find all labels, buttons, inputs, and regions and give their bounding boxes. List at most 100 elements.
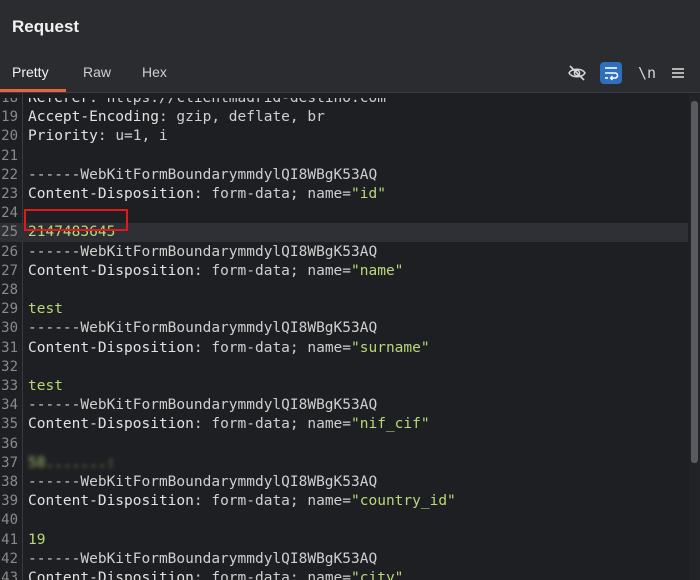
header-line: Content-Disposition: form-data; name="ci…: [28, 569, 403, 580]
code-line: 41 19: [0, 531, 688, 550]
header-line: Accept-Encoding: gzip, deflate, br: [28, 109, 325, 126]
line-number: 36: [1, 435, 18, 452]
line-number: 29: [1, 301, 18, 318]
line-number: 27: [1, 262, 18, 279]
newline-toggle-button[interactable]: \n: [636, 62, 658, 84]
field-name-string: "country_id": [351, 493, 456, 510]
redacted-value-line: 58.......:: [28, 454, 115, 473]
code-line: 20 Priority: u=1, i: [0, 127, 688, 146]
line-number: 43: [1, 570, 18, 580]
boundary-line: ------WebKitFormBoundarymmdylQI8WBgK53AQ: [28, 396, 377, 415]
line-number: 32: [1, 358, 18, 375]
form-field-value: 19: [28, 531, 46, 548]
header-name: Accept-Encoding: [28, 109, 159, 126]
line-number: 40: [1, 512, 18, 529]
line-number: 37: [1, 454, 18, 471]
line-number: 35: [1, 416, 18, 433]
header-value: gzip, deflate, br: [176, 109, 325, 126]
field-name-string: "name": [351, 262, 404, 279]
disposition-text: form-data; name=: [211, 493, 352, 510]
code-line: 38 ------WebKitFormBoundarymmdylQI8WBgK53…: [0, 473, 688, 492]
code-line: 39 Content-Disposition: form-data; name="…: [0, 492, 688, 511]
disposition-text: form-data; name=: [211, 416, 352, 433]
code-line: 29 test: [0, 300, 688, 319]
disposition-text: form-data; name=: [211, 570, 352, 580]
field-name-string: "nif_cif": [351, 416, 430, 433]
form-boundary: ------WebKitFormBoundarymmdylQI8WBgK53AQ: [28, 320, 378, 337]
line-number: 19: [1, 109, 18, 126]
form-boundary: ------WebKitFormBoundarymmdylQI8WBgK53AQ: [28, 397, 378, 414]
form-boundary: ------WebKitFormBoundarymmdylQI8WBgK53AQ: [28, 243, 378, 260]
redacted-value: 58.......:: [28, 454, 116, 471]
header-name: Content-Disposition: [28, 416, 194, 433]
highlight-annotation-box: [24, 209, 128, 231]
tab-raw[interactable]: Raw: [83, 64, 111, 80]
line-number: 39: [1, 493, 18, 510]
header-line: Priority: u=1, i: [28, 128, 168, 145]
boundary-line: ------WebKitFormBoundarymmdylQI8WBgK53AQ: [28, 166, 377, 185]
code-line: 33 test: [0, 377, 688, 396]
scrollbar-thumb[interactable]: [691, 101, 698, 463]
header-name: Content-Disposition: [28, 262, 194, 279]
line-number: 41: [1, 531, 18, 548]
form-field-value: test: [28, 378, 63, 394]
tab-hex[interactable]: Hex: [142, 64, 167, 80]
boundary-line: ------WebKitFormBoundarymmdylQI8WBgK53AQ: [28, 243, 377, 262]
header-name: Priority: [28, 128, 98, 145]
line-number: 42: [1, 550, 18, 567]
code-line: 42 ------WebKitFormBoundarymmdylQI8WBgK53…: [0, 550, 688, 569]
field-name-string: "city": [351, 570, 404, 580]
disposition-text: form-data; name=: [211, 339, 352, 356]
line-number: 24: [1, 205, 18, 222]
header-line: Content-Disposition: form-data; name="id…: [28, 186, 386, 202]
eye-slash-icon[interactable]: [566, 62, 588, 84]
word-wrap-icon[interactable]: [600, 62, 622, 84]
line-number: 22: [1, 166, 18, 183]
code-line: 31 Content-Disposition: form-data; name="…: [0, 339, 688, 358]
code-line: 35 Content-Disposition: form-data; name="…: [0, 415, 688, 434]
header-name: Content-Disposition: [28, 186, 194, 202]
field-name-string: "id": [351, 186, 386, 202]
body-value-line: 19: [28, 531, 45, 550]
line-number: 33: [1, 378, 18, 394]
title-bar: Request: [0, 0, 700, 56]
code-line: 37 58.......:: [0, 454, 688, 473]
code-line: 18 Referer: https://clientmadrid-destino.…: [0, 93, 688, 108]
code-line: 34 ------WebKitFormBoundarymmdylQI8WBgK53…: [0, 396, 688, 415]
view-tabs: Pretty Raw Hex \n: [0, 56, 700, 93]
vertical-scrollbar[interactable]: [689, 93, 700, 580]
code-line: 19 Accept-Encoding: gzip, deflate, br: [0, 108, 688, 127]
tab-pretty[interactable]: Pretty: [12, 64, 49, 80]
boundary-line: ------WebKitFormBoundarymmdylQI8WBgK53AQ: [28, 473, 377, 492]
code-line: 43 Content-Disposition: form-data; name="…: [0, 569, 688, 580]
code-line: 26 ------WebKitFormBoundarymmdylQI8WBgK53…: [0, 243, 688, 262]
panel-title: Request: [12, 17, 80, 36]
body-value-line: test: [28, 300, 63, 319]
code-line: 36: [0, 435, 688, 454]
code-editor[interactable]: 18 Referer: https://clientmadrid-destino.…: [0, 93, 700, 580]
code-line: 23 Content-Disposition: form-data; name="…: [0, 185, 688, 204]
line-number: 28: [1, 282, 18, 298]
code-line: 32: [0, 358, 688, 377]
hamburger-menu-icon[interactable]: [667, 62, 689, 84]
header-value: https://clientmadrid-destino.com: [106, 93, 386, 106]
header-name: Content-Disposition: [28, 493, 194, 510]
code-line: 21: [0, 147, 688, 166]
header-line: Content-Disposition: form-data; name="co…: [28, 493, 456, 510]
line-number: 25: [1, 224, 18, 241]
boundary-line: ------WebKitFormBoundarymmdylQI8WBgK53AQ: [28, 319, 377, 338]
line-number: 20: [1, 128, 18, 145]
form-field-value: test: [28, 301, 63, 318]
header-line: Content-Disposition: form-data; name="na…: [28, 262, 404, 279]
disposition-text: form-data; name=: [211, 262, 352, 279]
line-number: 38: [1, 474, 18, 490]
line-number: 21: [1, 147, 18, 164]
line-number: 26: [1, 243, 18, 260]
form-boundary: ------WebKitFormBoundarymmdylQI8WBgK53AQ: [28, 550, 378, 567]
code-line: 22 ------WebKitFormBoundarymmdylQI8WBgK53…: [0, 166, 688, 185]
code-line: 27 Content-Disposition: form-data; name="…: [0, 262, 688, 281]
body-value-line: test: [28, 377, 63, 396]
code-line: 30 ------WebKitFormBoundarymmdylQI8WBgK53…: [0, 319, 688, 338]
form-boundary: ------WebKitFormBoundarymmdylQI8WBgK53AQ: [28, 474, 378, 490]
header-name: Referer: [28, 93, 90, 106]
